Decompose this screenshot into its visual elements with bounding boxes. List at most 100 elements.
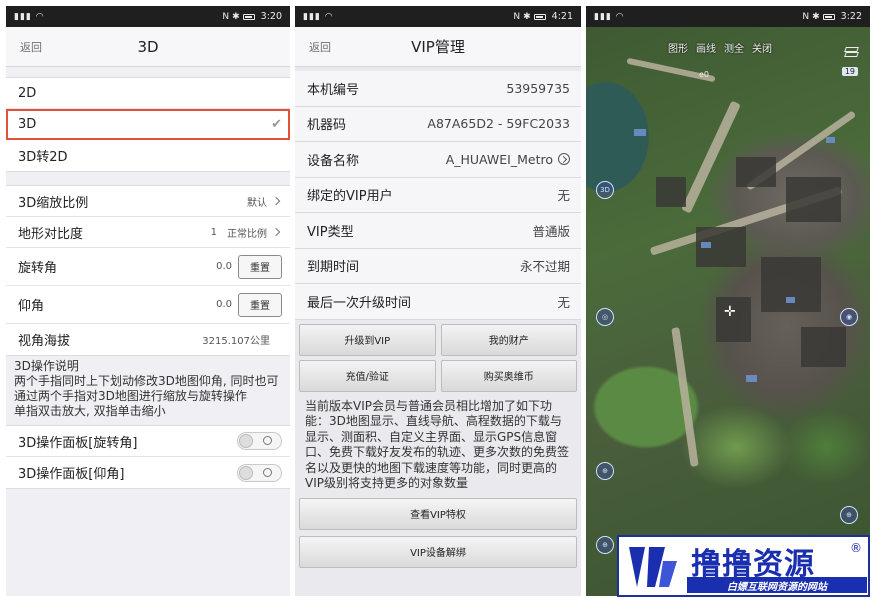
battery-icon — [242, 13, 255, 20]
setting-label: 旋转角 — [18, 261, 58, 276]
toolbar-close[interactable]: 关闭 — [752, 40, 772, 55]
vip-description: 当前版本VIP会员与普通会员相比增加了如下功能：3D地图显示、直线导航、高程数据… — [305, 398, 570, 491]
phone-vip-management: ▮▮▮ ◠ N ✱ 4:21 返回 VIP管理 本机编号 53959735 机器码… — [295, 6, 581, 596]
layers-icon[interactable] — [844, 46, 860, 60]
zoom-icon[interactable]: ⊕ — [840, 506, 858, 524]
row-value: 永不过期 — [519, 259, 570, 275]
vip-row-last-upgrade: 最后一次升级时间 无 — [295, 284, 581, 320]
toggle-label: 3D操作面板[旋转角] — [18, 435, 138, 451]
watermark-logo-icon — [629, 547, 677, 587]
bluetooth-icon: ✱ — [523, 11, 531, 22]
pitch-panel-toggle[interactable] — [237, 463, 282, 482]
instructions-tip: 单指双击放大, 双指单击缩小 — [14, 404, 166, 418]
gps-icon[interactable]: ⊕ — [596, 536, 614, 554]
phone-3d-map: ▮▮▮ ◠ N ✱ 3:22 图形 画线 测全 关闭 19 e0 3D ◎ ⊕ … — [586, 6, 870, 596]
button-row-1: 升级到VIP 我的财产 — [295, 320, 581, 356]
3d-toggle-button[interactable]: 3D — [596, 181, 614, 199]
my-assets-button[interactable]: 我的财产 — [440, 323, 577, 356]
toggle-row-pitch: 3D操作面板[仰角] — [6, 457, 290, 488]
registered-mark: ® — [850, 541, 862, 555]
chevron-right-icon — [271, 227, 281, 237]
signal-icon: ▮▮▮ ◠ — [14, 11, 45, 22]
toolbar-shape[interactable]: 图形 — [668, 40, 688, 55]
mode-label: 2D — [18, 85, 37, 101]
nav-bar: 返回 3D — [6, 27, 290, 67]
rotation-panel-toggle[interactable] — [237, 432, 282, 450]
setting-value: 0.0 — [216, 261, 232, 272]
settings-list: 3D缩放比例 默认 地形对比度 1 正常比例 旋转角 0.0 重置 仰角 0.0… — [6, 185, 290, 356]
status-time: 3:20 — [260, 11, 282, 22]
back-button[interactable]: 返回 — [20, 39, 42, 55]
mode-3d-to-2d[interactable]: 3D转2D — [6, 140, 290, 171]
upgrade-vip-button[interactable]: 升级到VIP — [299, 323, 436, 356]
setting-value-secondary: 正常比例 — [227, 228, 267, 240]
setting-label: 仰角 — [18, 299, 45, 314]
row-label: 本机编号 — [307, 82, 360, 98]
instructions-body: 两个手指同时上下划动修改3D地图仰角, 同时也可通过两个手指对3D地图进行缩放与… — [14, 374, 279, 403]
map-toolbar: 图形 画线 测全 关闭 — [668, 40, 772, 55]
row-label: 机器码 — [307, 118, 347, 134]
row-value: 无 — [557, 294, 570, 310]
vip-unbind-button[interactable]: VIP设备解绑 — [299, 535, 577, 568]
location-icon[interactable]: ⊕ — [596, 462, 614, 480]
toggle-list: 3D操作面板[旋转角] 3D操作面板[仰角] — [6, 425, 290, 489]
nav-bar: 返回 VIP管理 — [295, 27, 581, 67]
toggle-label: 3D操作面板[仰角] — [18, 467, 125, 482]
battery-icon — [533, 13, 546, 20]
battery-icon — [822, 13, 835, 20]
zoom-level-badge: 19 — [841, 67, 858, 76]
toolbar-line[interactable]: 画线 — [696, 40, 716, 55]
button-row-2: 充值/验证 购买奥维币 — [295, 356, 581, 392]
chevron-right-icon — [271, 196, 281, 206]
nfc-icon: N — [513, 11, 521, 22]
buy-coins-button[interactable]: 购买奥维币 — [440, 359, 577, 392]
target-icon[interactable]: ◉ — [840, 308, 858, 326]
page-title: VIP管理 — [411, 38, 465, 56]
row-value: A87A65D2 - 59FC2033 — [427, 116, 570, 132]
status-bar: ▮▮▮ ◠ N ✱ 3:22 — [586, 6, 870, 27]
setting-altitude: 视角海拔 3215.107公里 — [6, 324, 290, 355]
reset-pitch-button[interactable]: 重置 — [238, 292, 282, 317]
row-label: 设备名称 — [307, 153, 360, 169]
row-label: 绑定的VIP用户 — [307, 189, 393, 205]
bluetooth-icon: ✱ — [232, 11, 240, 22]
setting-label: 3D缩放比例 — [18, 195, 89, 211]
setting-terrain-contrast[interactable]: 地形对比度 1 正常比例 — [6, 217, 290, 248]
setting-rotation: 旋转角 0.0 重置 — [6, 248, 290, 286]
bluetooth-icon: ✱ — [812, 11, 820, 22]
vip-row-bound-user: 绑定的VIP用户 无 — [295, 177, 581, 213]
setting-value: 默认 — [247, 197, 267, 209]
phone-3d-settings: ▮▮▮ ◠ N ✱ 3:20 返回 3D 2D 3D ✔ 3D转2D 3D缩放比例… — [6, 6, 290, 596]
mode-list: 2D 3D ✔ 3D转2D — [6, 77, 290, 172]
checkmark-icon: ✔ — [271, 116, 282, 132]
status-bar: ▮▮▮ ◠ N ✱ 3:20 — [6, 6, 290, 27]
signal-icon: ▮▮▮ ◠ — [303, 11, 334, 22]
mode-3d[interactable]: 3D ✔ — [6, 109, 290, 140]
view-vip-privileges-button[interactable]: 查看VIP特权 — [299, 497, 577, 530]
reset-rotation-button[interactable]: 重置 — [238, 254, 282, 279]
mode-2d[interactable]: 2D — [6, 78, 290, 109]
vip-row-device-name[interactable]: 设备名称 A_HUAWEI_Metro — [295, 142, 581, 178]
setting-3d-scale[interactable]: 3D缩放比例 默认 — [6, 186, 290, 217]
toggle-row-rotation: 3D操作面板[旋转角] — [6, 426, 290, 457]
watermark-subtitle: 白嫖互联网资源的网站 — [687, 577, 867, 593]
status-time: 4:21 — [551, 11, 573, 22]
crosshair-icon: ✛ — [724, 304, 736, 320]
setting-pitch: 仰角 0.0 重置 — [6, 286, 290, 324]
mode-label: 3D — [18, 116, 37, 132]
map-label: e0 — [699, 70, 710, 79]
recharge-verify-button[interactable]: 充值/验证 — [299, 359, 436, 392]
setting-value: 3215.107公里 — [202, 336, 270, 347]
row-label: 最后一次升级时间 — [307, 295, 412, 311]
compass-icon[interactable]: ◎ — [596, 308, 614, 326]
row-value: 普通版 — [532, 223, 570, 239]
instructions-title: 3D操作说明 — [14, 359, 79, 373]
toolbar-measure[interactable]: 测全 — [724, 40, 744, 55]
row-label: 到期时间 — [307, 260, 360, 276]
vip-row-device-number: 本机编号 53959735 — [295, 71, 581, 107]
page-title: 3D — [137, 37, 159, 56]
status-bar: ▮▮▮ ◠ N ✱ 4:21 — [295, 6, 581, 27]
setting-value: 1 — [210, 226, 217, 238]
signal-icon: ▮▮▮ ◠ — [594, 11, 625, 22]
back-button[interactable]: 返回 — [309, 39, 331, 55]
